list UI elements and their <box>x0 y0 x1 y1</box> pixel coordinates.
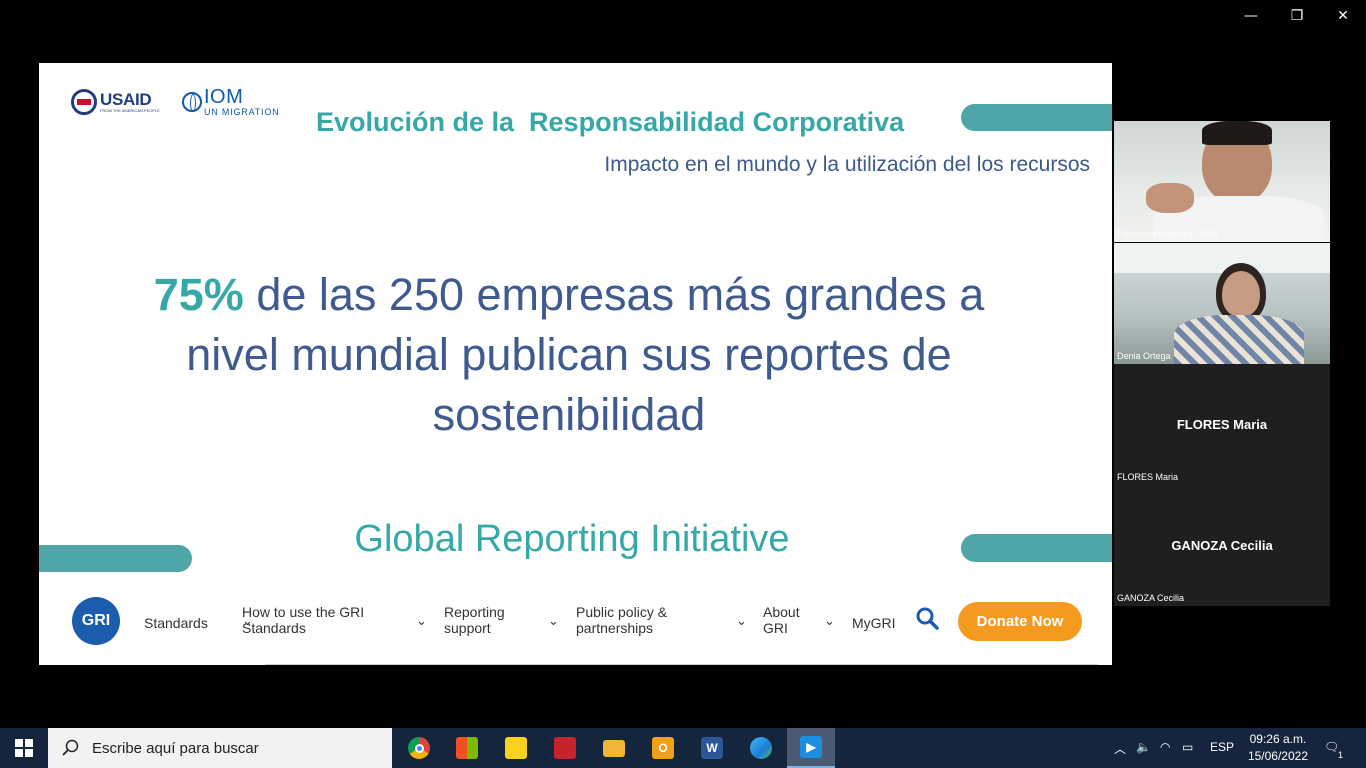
participant-name: Francisco Martinez - OIM <box>1117 229 1219 239</box>
participant-name: FLORES Maria <box>1117 472 1179 482</box>
taskbar-app-security[interactable] <box>541 728 589 768</box>
participant-display-name: FLORES Maria <box>1176 417 1268 432</box>
chevron-down-icon: ⌄ <box>548 614 559 629</box>
shield-icon <box>554 737 576 759</box>
start-button[interactable] <box>0 728 48 768</box>
stat-line-2: nivel mundial publican sus reportes de <box>186 329 952 380</box>
gri-website-navbar: GRI Standards ⌄ How to use the GRI Stand… <box>39 588 1112 665</box>
store-icon <box>456 737 478 759</box>
word-icon: W <box>701 737 723 759</box>
stat-line-3: sostenibilidad <box>432 389 706 440</box>
nav-how-to-use: How to use the GRI Standards <box>242 604 365 636</box>
notification-icon[interactable]: 🗨 <box>1324 740 1339 754</box>
participant-name: Denia Ortega <box>1117 351 1171 361</box>
sticky-notes-icon <box>505 737 527 759</box>
participant-tile-no-video[interactable]: GANOZA Cecilia GANOZA Cecilia <box>1114 485 1330 606</box>
notification-count: 1 <box>1338 750 1344 760</box>
window-controls: — ❐ ✕ <box>1228 4 1366 28</box>
chrome-icon <box>408 737 430 759</box>
key-statistic: 75% de las 250 empresas más grandes a ni… <box>109 265 1029 445</box>
participant-display-name: GANOZA Cecilia <box>1171 538 1273 553</box>
participant-face <box>1222 271 1260 317</box>
taskbar-app-chrome[interactable] <box>395 728 443 768</box>
iom-tagline: UN MIGRATION <box>204 107 280 117</box>
usaid-seal-icon <box>71 89 97 115</box>
clock-time: 09:26 a.m. <box>1249 732 1307 746</box>
wifi-icon[interactable]: ◠ <box>1160 740 1170 754</box>
chevron-down-icon: ⌄ <box>736 614 747 629</box>
participant-hair <box>1202 121 1272 145</box>
decorative-bar <box>961 104 1112 131</box>
office-ceiling <box>1114 243 1330 273</box>
outlook-icon: O <box>652 737 674 759</box>
restore-icon: ❐ <box>1290 8 1304 24</box>
usaid-tagline: FROM THE AMERICAN PEOPLE <box>100 108 160 113</box>
participant-hand <box>1146 183 1194 213</box>
shared-slide: USAID FROM THE AMERICAN PEOPLE IOM UN MI… <box>39 63 1112 665</box>
taskbar-search[interactable]: Escribe aquí para buscar <box>48 728 392 768</box>
taskbar-app-word[interactable]: W <box>688 728 736 768</box>
volume-icon[interactable]: 🔈 <box>1136 740 1151 754</box>
nav-about-gri: About GRI <box>763 604 800 636</box>
donate-button: Donate Now <box>958 602 1082 641</box>
clock[interactable]: 09:26 a.m. 15/06/2022 <box>1248 731 1308 765</box>
participant-tile-no-video[interactable]: FLORES Maria FLORES Maria <box>1114 364 1330 485</box>
windows-logo-icon <box>15 739 33 757</box>
play-icon: ▶ <box>800 736 822 758</box>
nav-public-policy: Public policy & partnerships <box>576 604 668 636</box>
search-icon <box>62 739 79 756</box>
iom-logo: IOM UN MIGRATION <box>182 87 279 117</box>
slide-title: Evolución de la Responsabilidad Corporat… <box>316 107 905 137</box>
battery-icon[interactable]: ▭ <box>1182 740 1193 754</box>
folder-icon <box>603 739 625 757</box>
restore-button[interactable]: ❐ <box>1274 4 1320 28</box>
slide-subtitle: Impacto en el mundo y la utilización del… <box>604 153 1090 176</box>
usaid-logo: USAID FROM THE AMERICAN PEOPLE <box>71 89 160 115</box>
search-icon <box>916 607 939 630</box>
minimize-icon: — <box>1244 8 1258 24</box>
participant-shirt <box>1174 315 1304 364</box>
nav-reporting-support: Reporting support <box>444 604 505 636</box>
participant-tile-video[interactable]: Francisco Martinez - OIM <box>1114 121 1330 242</box>
usaid-wordmark: USAID <box>100 90 152 109</box>
stat-line-1: de las 250 empresas más grandes a <box>243 269 985 320</box>
minimize-button[interactable]: — <box>1228 4 1274 28</box>
taskbar-app-sticky-notes[interactable] <box>492 728 540 768</box>
gri-logo: GRI <box>72 597 120 645</box>
taskbar-app-outlook[interactable]: O <box>639 728 687 768</box>
close-button[interactable]: ✕ <box>1320 4 1366 28</box>
nav-standards: Standards <box>144 615 208 631</box>
edge-icon <box>750 737 772 759</box>
nav-mygri: MyGRI <box>852 615 896 631</box>
gri-heading: Global Reporting Initiative <box>354 518 790 560</box>
chevron-down-icon: ⌄ <box>824 614 835 629</box>
taskbar-app-video[interactable]: ▶ <box>787 728 835 768</box>
iom-globe-icon <box>182 92 202 112</box>
clock-date: 15/06/2022 <box>1247 749 1308 763</box>
participant-tile-video[interactable]: Denia Ortega <box>1114 243 1330 364</box>
stat-percent: 75% <box>153 269 244 320</box>
divider <box>265 664 1098 665</box>
participant-name: GANOZA Cecilia <box>1117 593 1185 603</box>
close-icon: ✕ <box>1337 8 1349 24</box>
language-indicator[interactable]: ESP <box>1210 740 1234 754</box>
windows-taskbar: Escribe aquí para buscar O W ▶ ︿ 🔈 ◠ ▭ E… <box>0 728 1366 768</box>
taskbar-app-edge[interactable] <box>737 728 785 768</box>
iom-wordmark: IOM <box>204 86 244 108</box>
system-tray: ︿ 🔈 ◠ ▭ ESP 09:26 a.m. 15/06/2022 🗨 1 <box>1106 728 1366 768</box>
search-placeholder: Escribe aquí para buscar <box>92 739 259 757</box>
taskbar-app-store[interactable] <box>443 728 491 768</box>
taskbar-app-file-explorer[interactable] <box>590 728 638 768</box>
chevron-down-icon: ⌄ <box>416 614 427 629</box>
chevron-up-icon[interactable]: ︿ <box>1114 740 1126 757</box>
